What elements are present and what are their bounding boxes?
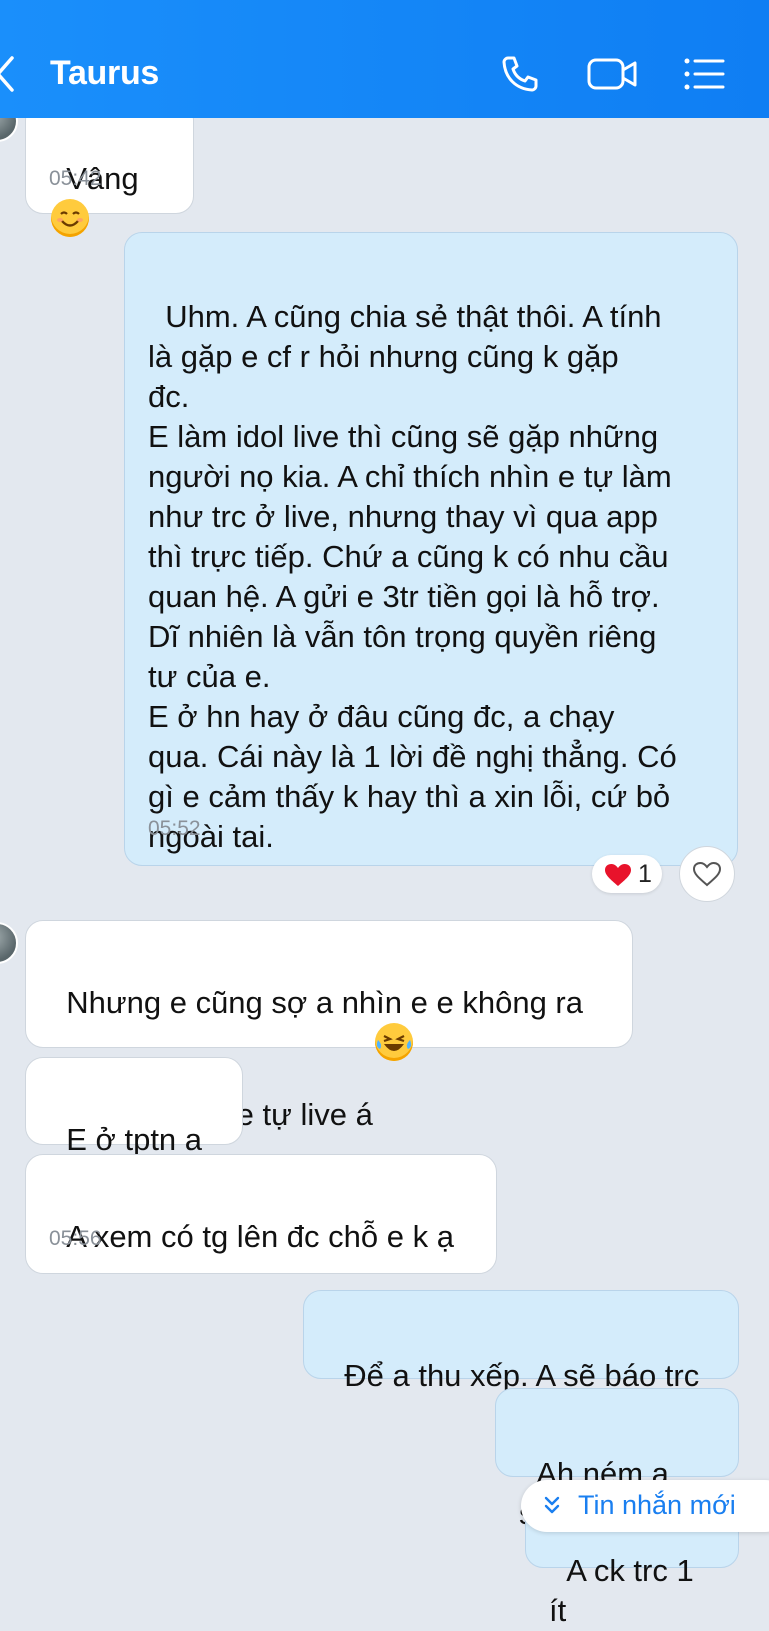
video-call-icon[interactable] [586,52,638,96]
react-button[interactable] [679,846,735,902]
message-text: A ck trc 1 ít [549,1553,703,1628]
phone-icon[interactable] [498,52,542,96]
back-chevron-icon[interactable] [0,56,16,92]
message-text: A xem có tg lên đc chỗ e k ạ [66,1219,454,1254]
contact-name[interactable]: Taurus [50,54,159,93]
message-bubble-incoming[interactable]: Vâng 05:42 [25,102,194,237]
heart-outline-icon [692,861,722,887]
message-time: 05:52 [148,817,201,840]
message-bubble-incoming[interactable]: A xem có tg lên đc chỗ e k ạ 05:56 [25,1154,497,1274]
new-messages-label: Tin nhắn mới [578,1490,736,1520]
message-bubble-incoming[interactable]: E ở tptn a ạ [25,1057,243,1197]
double-chevron-down-icon [544,1496,560,1514]
message-bubble-incoming[interactable]: Nhưng e cũng sợ a nhìn e e không ra nước… [25,920,633,1132]
avatar[interactable] [0,922,18,964]
new-messages-button[interactable]: Tin nhắn mới [521,1480,769,1532]
message-time: 05:42 [49,167,102,190]
smiling-face-emoji-icon [51,199,89,237]
menu-list-icon[interactable] [682,52,726,96]
reaction-count: 1 [638,860,652,888]
message-text: Uhm. A cũng chia sẻ thật thôi. A tính là… [148,299,677,854]
laughing-tears-emoji-icon [374,1023,413,1061]
message-bubble-outgoing[interactable]: Để a thu xếp. A sẽ báo trc [303,1290,739,1393]
red-heart-icon [605,864,631,886]
message-time: 05:56 [49,1227,102,1250]
message-bubble-outgoing[interactable]: Uhm. A cũng chia sẻ thật thôi. A tính là… [124,232,738,866]
message-bubble-outgoing[interactable]: Ah ném a stk [495,1388,739,1531]
chat-header: Taurus [0,0,769,118]
reaction-summary[interactable]: 1 [592,855,662,893]
